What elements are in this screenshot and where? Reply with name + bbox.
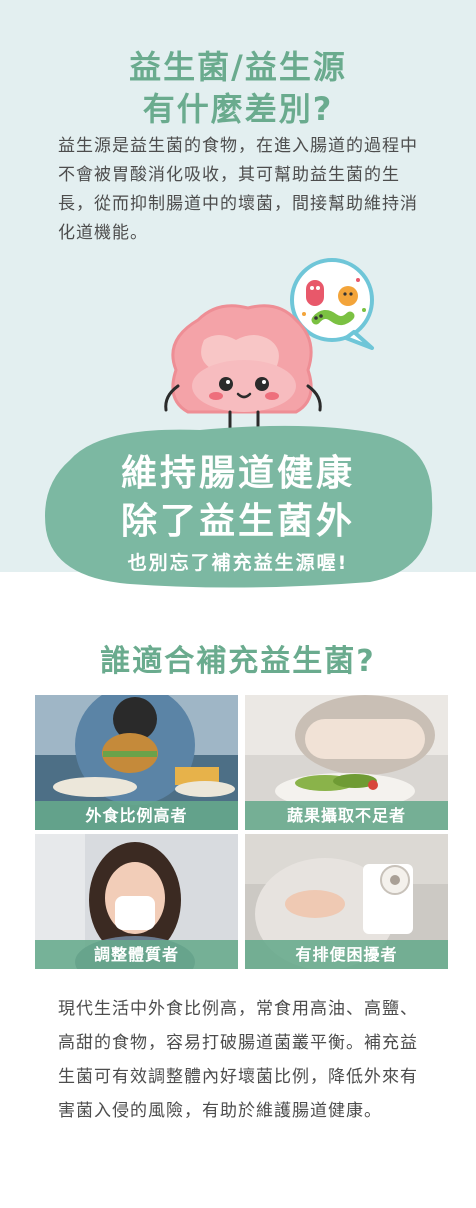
card-label-constitution: 調整體質者 [35,940,238,969]
section2-title: 誰適合補充益生菌? [100,644,376,679]
card-low-veg: 蔬果攝取不足者 [245,695,448,830]
card-label-eating-out: 外食比例高者 [35,801,238,830]
card-eating-out: 外食比例高者 [35,695,238,830]
card-label-bowel: 有排便困擾者 [245,940,448,969]
banner-line3: 也別忘了補充益生源喔! [127,552,349,574]
page-title-line1: 益生菌/益生源 [129,48,347,86]
intestine-character-icon [164,304,322,436]
intro-paragraph: 益生源是益生菌的食物，在進入腸道的過程中不會被胃酸消化吸收，其可幫助益生菌的生長… [58,136,418,243]
bottom-paragraph: 現代生活中外食比例高，常食用高油、高鹽、高甜的食物，容易打破腸道菌叢平衡。補充益… [58,999,418,1121]
page-title-line2: 有什麼差別? [142,90,334,128]
banner-line1: 維持腸道健康 [120,453,355,494]
card-bowel: 有排便困擾者 [245,834,448,969]
card-constitution: 調整體質者 [35,834,238,969]
banner-line2: 除了益生菌外 [120,501,355,542]
card-label-low-veg: 蔬果攝取不足者 [245,801,448,830]
